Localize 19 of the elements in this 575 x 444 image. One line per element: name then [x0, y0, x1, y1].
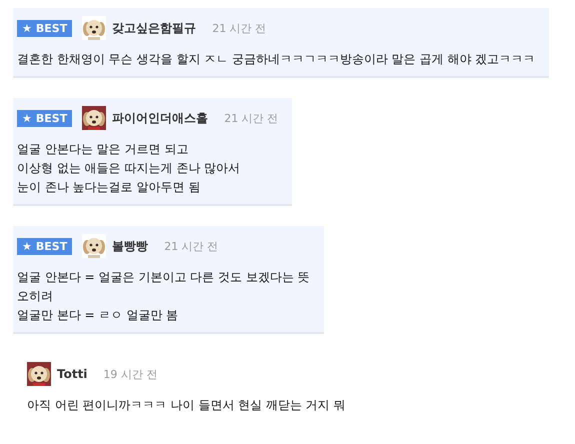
author-name[interactable]: 볼빵빵: [112, 238, 148, 254]
comment-text: 얼굴 안본다 = 얼굴은 기본이고 다른 것도 보겠다는 뜻: [17, 269, 310, 286]
comment-text: 결혼한 한채영이 무슨 생각을 할지 ㅈㄴ 궁금하네ㅋㅋㄱㅋㅋ방송이라 말은 곱게 해야 겠고ㅋㅋㅋ: [17, 51, 536, 68]
timestamp: 19 시간 전: [103, 366, 158, 382]
comment-text: 얼굴 안본다는 말은 거르면 되고: [17, 141, 190, 158]
comment-text: 이상형 없는 애들은 따지는게 존나 많아서: [17, 160, 242, 177]
timestamp: 21 시간 전: [164, 238, 218, 254]
best-badge: ★ BEST: [17, 20, 72, 36]
author-name[interactable]: 파이어인더애스홀: [112, 110, 208, 126]
comment-text: 눈이 존나 높다는걸로 알아두면 됨: [17, 179, 202, 196]
comment-text: 아직 어린 편이니까ㅋㅋㅋ 나이 들면서 현실 깨닫는 거지 뭐: [27, 397, 346, 414]
best-badge: ★ BEST: [17, 238, 72, 254]
timestamp: 21 시간 전: [212, 20, 266, 36]
comment-text: 오히려: [17, 288, 54, 305]
comment-text: 얼굴만 본다 = ㄹㅇ 얼굴만 봄: [17, 307, 180, 324]
timestamp: 21 시간 전: [224, 110, 278, 126]
author-name[interactable]: Totti: [57, 367, 88, 381]
author-name[interactable]: 갖고싶은함필규: [112, 20, 196, 36]
best-badge: ★ BEST: [17, 110, 72, 126]
